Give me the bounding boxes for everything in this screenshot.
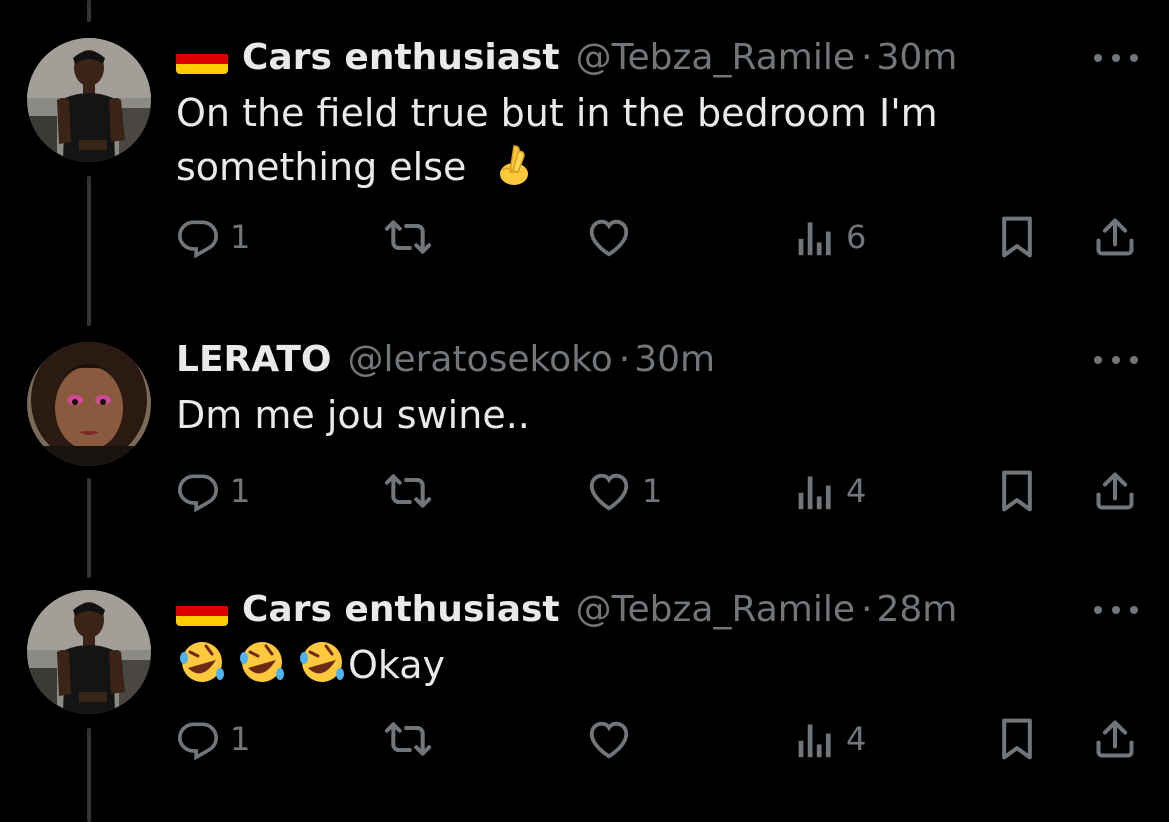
views-icon (798, 724, 831, 758)
tweet-text-line: Okay (176, 638, 1056, 698)
reply-count: 1 (230, 720, 251, 758)
tweet-text: Okay (176, 638, 1056, 698)
heart-icon (589, 219, 629, 257)
tweet-actions: 1 4 (0, 714, 1169, 764)
reply-thread: Cars enthusiast @Tebza_Ramile · 30m On t… (0, 0, 1169, 822)
bookmark-button[interactable] (998, 212, 1036, 262)
view-count: 4 (846, 472, 867, 510)
bookmark-button[interactable] (998, 714, 1036, 764)
views-icon (798, 222, 831, 256)
display-name[interactable]: Cars enthusiast (242, 36, 560, 80)
retweet-button[interactable] (384, 466, 442, 516)
reply-count: 1 (230, 218, 251, 256)
tweet[interactable]: Cars enthusiast @Tebza_Ramile · 30m On t… (0, 0, 1169, 280)
separator: · (860, 37, 873, 78)
retweet-button[interactable] (384, 212, 442, 262)
germany-flag-icon (176, 44, 228, 74)
reply-icon (178, 722, 218, 761)
views-button[interactable]: 4 (794, 466, 866, 516)
share-button[interactable] (1092, 212, 1138, 262)
avatar[interactable] (27, 38, 151, 162)
user-handle[interactable]: @leratosekoko (347, 338, 612, 382)
avatar[interactable] (27, 342, 151, 466)
share-icon (1096, 720, 1134, 758)
reply-count: 1 (230, 472, 251, 510)
share-button[interactable] (1092, 466, 1138, 516)
view-count: 4 (846, 720, 867, 758)
retweet-icon (384, 474, 432, 508)
views-button[interactable]: 4 (794, 714, 866, 764)
heart-icon (589, 721, 629, 759)
like-button[interactable] (586, 212, 642, 262)
tweet-text-line-2: something else (176, 140, 1056, 200)
timestamp[interactable]: 30m (634, 338, 715, 382)
more-options-icon[interactable] (1094, 602, 1138, 618)
tweet-header: LERATO @leratosekoko · 30m (176, 338, 715, 382)
tweet-text-line: On the field true but in the bedroom I'm (176, 91, 938, 135)
tweet-text-line: Dm me jou swine.. (176, 393, 530, 437)
share-icon (1096, 472, 1134, 510)
like-button[interactable]: 1 (586, 466, 662, 516)
retweet-icon (384, 722, 432, 756)
more-options-icon[interactable] (1094, 50, 1138, 66)
share-icon (1096, 218, 1134, 256)
tweet-actions: 1 6 (0, 212, 1169, 262)
bookmark-icon (1002, 216, 1032, 258)
bookmark-icon (1002, 470, 1032, 512)
timestamp[interactable]: 28m (876, 588, 957, 632)
views-button[interactable]: 6 (794, 212, 866, 262)
share-button[interactable] (1092, 714, 1138, 764)
user-handle[interactable]: @Tebza_Ramile (576, 36, 855, 80)
reply-button[interactable]: 1 (176, 714, 250, 764)
more-options-icon[interactable] (1094, 352, 1138, 368)
crossed-fingers-emoji-icon (494, 142, 534, 200)
bookmark-icon (1002, 718, 1032, 760)
rolling-laughing-emoji-icon (176, 638, 228, 698)
views-icon (798, 476, 831, 510)
retweet-icon (384, 220, 432, 254)
reply-icon (178, 220, 218, 259)
timestamp[interactable]: 30m (876, 36, 957, 80)
separator: · (860, 589, 873, 630)
rolling-laughing-emoji-icon (296, 638, 348, 698)
tweet-header: Cars enthusiast @Tebza_Ramile · 30m (176, 36, 957, 80)
like-button[interactable] (586, 714, 642, 764)
tweet[interactable]: Cars enthusiast @Tebza_Ramile · 28m Okay… (0, 552, 1169, 822)
view-count: 6 (846, 218, 867, 256)
germany-flag-icon (176, 596, 228, 626)
rolling-laughing-emoji-icon (236, 638, 288, 698)
tweet-actions: 1 1 4 (0, 466, 1169, 516)
display-name[interactable]: Cars enthusiast (242, 588, 560, 632)
bookmark-button[interactable] (998, 466, 1036, 516)
reply-button[interactable]: 1 (176, 212, 250, 262)
heart-icon (589, 473, 629, 511)
retweet-button[interactable] (384, 714, 442, 764)
avatar[interactable] (27, 590, 151, 714)
tweet-header: Cars enthusiast @Tebza_Ramile · 28m (176, 588, 957, 632)
tweet[interactable]: LERATO @leratosekoko · 30m Dm me jou swi… (0, 302, 1169, 582)
separator: · (618, 339, 631, 380)
user-handle[interactable]: @Tebza_Ramile (576, 588, 855, 632)
reply-icon (178, 474, 218, 513)
tweet-text: Dm me jou swine.. (176, 388, 1056, 442)
display-name[interactable]: LERATO (176, 338, 331, 382)
reply-button[interactable]: 1 (176, 466, 250, 516)
tweet-text: On the field true but in the bedroom I'm… (176, 86, 1056, 200)
like-count: 1 (642, 472, 663, 510)
